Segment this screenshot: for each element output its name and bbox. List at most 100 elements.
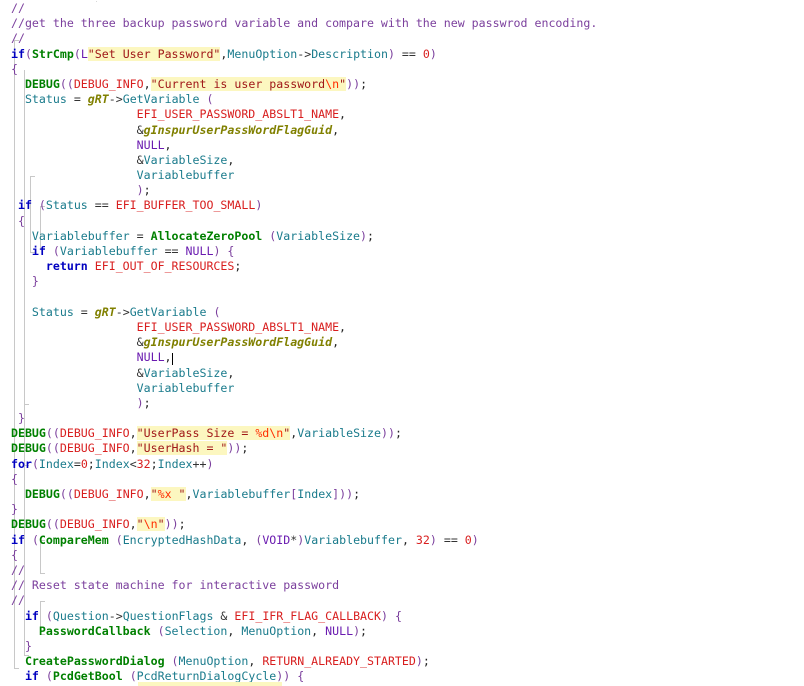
code-line[interactable]: { bbox=[0, 472, 597, 487]
code-line[interactable]: if (Variablebuffer == NULL) { bbox=[0, 244, 597, 259]
code-line[interactable]: // bbox=[0, 1, 597, 16]
code-line[interactable]: DEBUG((DEBUG_INFO,"UserPass Size = %d\n"… bbox=[0, 426, 597, 441]
code-token-op: = bbox=[73, 456, 81, 471]
code-token-op: < bbox=[129, 456, 137, 471]
code-token-punc: ) bbox=[353, 623, 361, 638]
code-token-cmt: // bbox=[10, 31, 25, 46]
code-text-surface[interactable]: // //get the three backup password varia… bbox=[0, 1, 597, 686]
code-token-fn: DEBUG bbox=[10, 426, 46, 441]
code-token-plain: , bbox=[143, 76, 151, 91]
code-token-id: Index bbox=[297, 487, 333, 501]
code-line[interactable]: Status = gRT->GetVariable ( bbox=[0, 92, 597, 107]
code-line[interactable]: if(StrCmp(L"Set User Password",MenuOptio… bbox=[0, 46, 597, 62]
code-line[interactable]: for(Index=0;Index<32;Index++) bbox=[0, 457, 597, 472]
code-line[interactable]: Variablebuffer = AllocateZeroPool (Varia… bbox=[0, 229, 597, 244]
code-line[interactable]: Status = gRT->GetVariable ( bbox=[0, 305, 597, 320]
code-line[interactable]: Variablebuffer bbox=[0, 168, 597, 183]
code-line[interactable]: DEBUG((DEBUG_INFO,"%x ",Variablebuffer[I… bbox=[0, 487, 597, 502]
code-token-id: Index bbox=[94, 456, 130, 471]
code-line[interactable]: DEBUG((DEBUG_INFO,"\n")); bbox=[0, 517, 597, 532]
code-line[interactable]: EFI_USER_PASSWORD_ABSLT1_NAME, bbox=[0, 320, 597, 335]
code-token-plain: ; bbox=[241, 441, 249, 456]
code-token-punc: ( bbox=[45, 608, 53, 623]
code-token-esc: \n bbox=[269, 426, 284, 441]
code-token-mac: EFI_IFR_FLAG_CALLBACK bbox=[234, 608, 381, 623]
code-token-id: Description bbox=[311, 46, 388, 61]
code-token-type: NULL bbox=[325, 623, 354, 638]
code-line[interactable]: if (PcdGetBool (PcdReturnDialogCycle)) { bbox=[0, 669, 597, 684]
code-line[interactable]: Variablebuffer bbox=[0, 381, 597, 396]
code-line[interactable]: NULL, bbox=[0, 138, 597, 153]
code-token-punc: ( bbox=[129, 669, 137, 684]
code-token-id: MenuOption bbox=[178, 654, 249, 669]
code-line[interactable]: PasswordCallback (Selection, MenuOption,… bbox=[0, 624, 597, 639]
code-token-plain: , bbox=[129, 441, 137, 456]
code-line[interactable]: if (Status == EFI_BUFFER_TOO_SMALL) bbox=[0, 198, 597, 213]
code-line[interactable]: { bbox=[0, 214, 597, 229]
code-token-punc: ( bbox=[157, 623, 165, 638]
code-line[interactable]: &gInspurUserPassWordFlagGuid, bbox=[0, 335, 597, 350]
code-line[interactable]: { bbox=[0, 62, 597, 77]
code-line[interactable]: ); bbox=[0, 396, 597, 411]
code-line[interactable]: NULL, bbox=[0, 350, 597, 365]
code-line[interactable]: // bbox=[0, 593, 597, 608]
code-line[interactable]: if (Question->QuestionFlags & EFI_IFR_FL… bbox=[0, 609, 597, 624]
code-token-kw: if bbox=[24, 669, 39, 684]
code-line[interactable]: ); bbox=[0, 183, 597, 198]
code-token-punc: )) bbox=[346, 76, 361, 91]
code-token-kw: if bbox=[24, 608, 39, 623]
code-token-punc: ) bbox=[429, 46, 437, 61]
code-token-punc: { bbox=[17, 213, 25, 228]
code-line[interactable]: DEBUG((DEBUG_INFO,"Current is user passw… bbox=[0, 76, 597, 92]
code-editor[interactable]: // //get the three backup password varia… bbox=[0, 0, 804, 686]
code-token-punc: ) bbox=[136, 395, 144, 410]
code-token-op: & bbox=[136, 122, 144, 137]
code-line[interactable]: } bbox=[0, 639, 597, 654]
code-line[interactable]: } bbox=[0, 502, 597, 517]
code-line[interactable] bbox=[0, 290, 597, 305]
code-line[interactable]: &gInspurUserPassWordFlagGuid, bbox=[0, 123, 597, 138]
code-line[interactable]: &VariableSize, bbox=[0, 366, 597, 381]
code-line[interactable]: return EFI_OUT_OF_RESOURCES; bbox=[0, 259, 597, 274]
code-line[interactable]: { bbox=[0, 548, 597, 563]
edge-artifact bbox=[96, 1, 97, 2]
code-token-punc: ) bbox=[255, 198, 263, 213]
code-token-punc: (( bbox=[59, 487, 74, 501]
code-token-num: 32 bbox=[415, 532, 430, 547]
code-line[interactable]: } bbox=[0, 274, 597, 289]
code-line[interactable]: if (CompareMem (EncryptedHashData, (VOID… bbox=[0, 533, 597, 548]
code-line[interactable]: // Reset state machine for interactive p… bbox=[0, 578, 597, 593]
code-line[interactable]: EFI_USER_PASSWORD_ABSLT1_NAME, bbox=[0, 107, 597, 122]
code-token-id: VariableSize bbox=[143, 365, 228, 380]
code-token-punc: )) bbox=[164, 517, 179, 532]
code-token-id: Variablebuffer bbox=[136, 168, 235, 183]
code-token-glob: gInspurUserPassWordFlagGuid bbox=[143, 122, 333, 137]
code-line[interactable]: } bbox=[0, 411, 597, 426]
code-line[interactable]: // bbox=[0, 563, 597, 578]
code-token-op: -> bbox=[297, 46, 312, 61]
code-token-punc: (( bbox=[45, 441, 60, 456]
code-token-plain: ; bbox=[234, 259, 242, 274]
code-token-plain: , bbox=[332, 122, 340, 137]
code-token-op: -> bbox=[108, 92, 123, 107]
code-line[interactable]: &VariableSize, bbox=[0, 153, 597, 168]
code-token-op: = bbox=[66, 92, 88, 107]
code-token-punc: { bbox=[227, 244, 235, 258]
code-token-mac: RETURN_ALREADY_STARTED bbox=[262, 654, 416, 669]
code-line[interactable]: // bbox=[0, 31, 597, 46]
code-token-str: " bbox=[171, 487, 186, 501]
code-line[interactable]: //get the three backup password variable… bbox=[0, 16, 597, 31]
code-line[interactable]: CreatePasswordDialog (MenuOption, RETURN… bbox=[0, 654, 597, 669]
code-token-plain: ; bbox=[150, 456, 158, 471]
code-line[interactable]: DEBUG((DEBUG_INFO,"UserHash = ")); bbox=[0, 441, 597, 456]
